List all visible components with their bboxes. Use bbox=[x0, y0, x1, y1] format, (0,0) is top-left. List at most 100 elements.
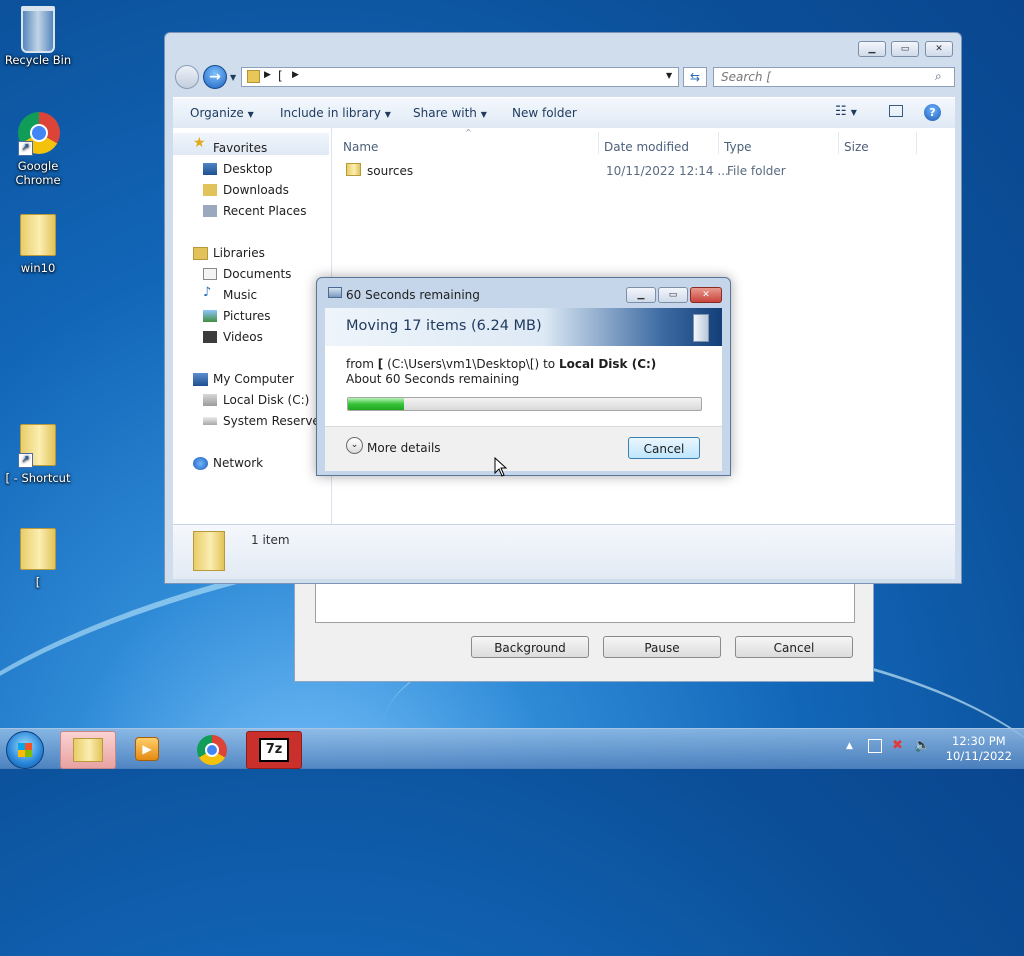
taskbar-media-player[interactable]: ▶ bbox=[120, 731, 174, 767]
address-bar[interactable]: ▶ [ ▶ ▼ bbox=[241, 67, 679, 87]
column-separator[interactable] bbox=[718, 132, 719, 154]
nav-local-disk[interactable]: Local Disk (C:) bbox=[223, 393, 309, 407]
star-icon: ★ bbox=[193, 135, 206, 151]
column-header-name[interactable]: Name bbox=[343, 140, 378, 154]
clock[interactable]: 12:30 PM 10/11/2022 bbox=[946, 734, 1012, 764]
minimize-button[interactable]: ▁ bbox=[626, 287, 656, 303]
close-button[interactable]: ✕ bbox=[925, 41, 953, 57]
desktop-icon-folder[interactable]: [ bbox=[0, 528, 76, 589]
background-button[interactable]: Background bbox=[471, 636, 589, 658]
document-icon bbox=[693, 314, 709, 342]
maximize-button[interactable]: ▭ bbox=[891, 41, 919, 57]
nav-desktop[interactable]: Desktop bbox=[223, 162, 273, 176]
file-type: File folder bbox=[727, 164, 786, 178]
shortcut-arrow-icon: ↗ bbox=[18, 141, 33, 156]
breadcrumb-separator-icon[interactable]: ▶ bbox=[292, 70, 299, 80]
file-date-modified: 10/11/2022 12:14 ... bbox=[606, 164, 729, 178]
dialog-title: 60 Seconds remaining bbox=[346, 288, 480, 302]
column-separator[interactable] bbox=[916, 132, 917, 154]
nav-music[interactable]: Music bbox=[223, 288, 257, 302]
refresh-icon[interactable]: ⇆ bbox=[683, 67, 707, 87]
search-input[interactable]: Search [ bbox=[713, 67, 955, 87]
more-details-button[interactable]: More details bbox=[367, 441, 441, 455]
network-disconnected-icon[interactable]: ✖ bbox=[892, 738, 903, 753]
nav-pictures[interactable]: Pictures bbox=[223, 309, 271, 323]
column-header-date-modified[interactable]: Date modified bbox=[604, 140, 689, 154]
new-folder-button[interactable]: New folder bbox=[512, 106, 577, 120]
sort-ascending-icon: ^ bbox=[465, 128, 472, 137]
nav-libraries[interactable]: Libraries bbox=[213, 246, 265, 260]
folder-icon bbox=[193, 531, 225, 571]
help-icon[interactable]: ? bbox=[924, 104, 941, 121]
drive-icon bbox=[203, 417, 217, 425]
chevron-down-icon: ▼ bbox=[247, 110, 254, 119]
preview-pane-icon[interactable] bbox=[889, 105, 903, 117]
folder-icon bbox=[20, 528, 56, 570]
desktop-icon-google-chrome[interactable]: ↗ Google Chrome bbox=[0, 112, 76, 187]
dialog-header: Moving 17 items (6.24 MB) bbox=[325, 308, 722, 346]
music-icon: ♪ bbox=[203, 285, 212, 300]
expand-chevron-icon[interactable]: ⌄ bbox=[346, 437, 363, 454]
column-separator[interactable] bbox=[598, 132, 599, 154]
nav-recent-places[interactable]: Recent Places bbox=[223, 204, 306, 218]
chevron-down-icon: ▼ bbox=[384, 110, 391, 119]
organize-menu[interactable]: Organize ▼ bbox=[190, 106, 254, 120]
close-button[interactable]: ✕ bbox=[690, 287, 722, 303]
chevron-down-icon: ▼ bbox=[480, 110, 487, 119]
forward-button[interactable]: → bbox=[203, 65, 227, 89]
column-separator[interactable] bbox=[838, 132, 839, 154]
taskbar-chrome[interactable] bbox=[185, 731, 239, 767]
breadcrumb[interactable]: [ bbox=[278, 69, 283, 83]
include-in-library-menu[interactable]: Include in library ▼ bbox=[280, 106, 391, 120]
clock-time: 12:30 PM bbox=[952, 734, 1006, 748]
cancel-button[interactable]: Cancel bbox=[628, 437, 700, 459]
search-icon[interactable]: ⌕ bbox=[935, 69, 942, 84]
item-count: 1 item bbox=[251, 533, 290, 547]
pause-button[interactable]: Pause bbox=[603, 636, 721, 658]
share-with-label: Share with bbox=[413, 106, 477, 120]
recent-pages-chevron-icon[interactable]: ▼ bbox=[230, 73, 236, 82]
file-name: sources bbox=[367, 164, 414, 178]
minimize-button[interactable]: ▁ bbox=[858, 41, 886, 57]
desktop-icon-label: Google Chrome bbox=[15, 159, 61, 187]
move-source-destination: from [ (C:\Users\vm1\Desktop\[) to Local… bbox=[346, 357, 656, 371]
cancel-button[interactable]: Cancel bbox=[735, 636, 853, 658]
computer-icon bbox=[193, 373, 208, 386]
nav-network[interactable]: Network bbox=[213, 456, 263, 470]
column-header-type[interactable]: Type bbox=[724, 140, 752, 154]
table-row[interactable]: sources 10/11/2022 12:14 ... File folder bbox=[332, 160, 955, 182]
address-dropdown-icon[interactable]: ▼ bbox=[666, 71, 672, 80]
navigation-pane: ★ Favorites Desktop Downloads Recent Pla… bbox=[173, 128, 331, 524]
nav-documents[interactable]: Documents bbox=[223, 267, 291, 281]
libraries-icon bbox=[193, 247, 208, 260]
taskbar-explorer[interactable] bbox=[60, 731, 116, 769]
nav-downloads[interactable]: Downloads bbox=[223, 183, 289, 197]
time-remaining: About 60 Seconds remaining bbox=[346, 372, 520, 386]
desktop-icon-recycle-bin[interactable]: Recycle Bin bbox=[0, 6, 76, 67]
local-disk-icon bbox=[203, 394, 217, 406]
nav-videos[interactable]: Videos bbox=[223, 330, 263, 344]
source-name[interactable]: [ bbox=[378, 357, 383, 371]
volume-icon[interactable]: 🔈 bbox=[914, 738, 930, 753]
media-player-icon: ▶ bbox=[135, 737, 159, 761]
progress-bar bbox=[347, 397, 702, 411]
organize-label: Organize bbox=[190, 106, 244, 120]
start-button[interactable] bbox=[6, 731, 44, 769]
view-options-icon[interactable]: ☷ ▼ bbox=[835, 104, 857, 119]
back-button[interactable] bbox=[175, 65, 199, 89]
nav-my-computer[interactable]: My Computer bbox=[213, 372, 294, 386]
command-bar: Organize ▼ Include in library ▼ Share wi… bbox=[173, 97, 955, 129]
nav-system-reserved[interactable]: System Reserved ( bbox=[223, 414, 331, 428]
maximize-button[interactable]: ▭ bbox=[658, 287, 688, 303]
taskbar-7zip[interactable]: 7z bbox=[246, 731, 302, 769]
desktop-icon-shortcut[interactable]: ↗ [ - Shortcut bbox=[0, 424, 76, 485]
breadcrumb-separator-icon: ▶ bbox=[264, 70, 271, 80]
desktop-icon-win10[interactable]: win10 bbox=[0, 214, 76, 275]
show-hidden-icons-icon[interactable]: ▲ bbox=[846, 741, 853, 751]
nav-favorites[interactable]: Favorites bbox=[213, 141, 267, 155]
7zip-icon: 7z bbox=[259, 738, 289, 762]
destination-name[interactable]: Local Disk (C:) bbox=[559, 357, 656, 371]
action-center-icon[interactable] bbox=[868, 739, 882, 753]
column-header-size[interactable]: Size bbox=[844, 140, 869, 154]
share-with-menu[interactable]: Share with ▼ bbox=[413, 106, 487, 120]
